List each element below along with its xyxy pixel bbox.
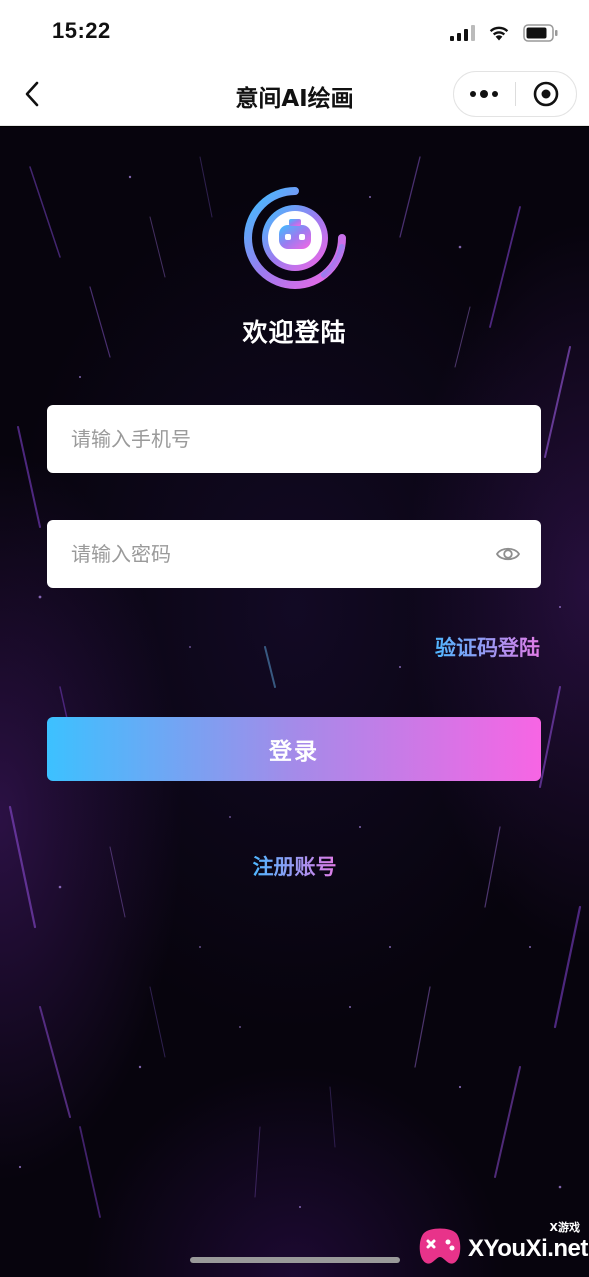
home-indicator <box>190 1257 400 1263</box>
app-logo <box>244 187 346 289</box>
more-dots-icon <box>470 90 499 98</box>
code-login-link[interactable]: 验证码登陆 <box>435 632 540 662</box>
password-field <box>47 520 541 588</box>
mini-program-capsule <box>453 71 577 117</box>
phone-input[interactable] <box>47 405 541 473</box>
site-watermark: X游戏 XYouXi.net <box>416 1219 588 1271</box>
battery-icon <box>523 24 558 42</box>
phone-field <box>47 405 541 473</box>
nav-bar: 意间AI绘画 <box>0 62 589 126</box>
starfield-background <box>8 156 582 1218</box>
more-button[interactable] <box>454 72 515 116</box>
login-content: 欢迎登陆 验证码登陆 登录 注册账号 X游戏 XYouXi.ne <box>0 127 589 1277</box>
gamepad-logo-icon <box>419 1228 461 1264</box>
wifi-icon <box>489 26 509 41</box>
register-link[interactable]: 注册账号 <box>0 851 589 881</box>
register-label: 注册账号 <box>252 855 337 879</box>
login-page: 15:22 意间AI绘画 欢迎登陆 请输入手机号 验证码登陆 登录 注册账号 X… <box>0 0 589 1277</box>
status-time: 15:22 <box>52 18 111 43</box>
watermark-sub: X游戏 <box>549 1221 580 1234</box>
target-circle-icon <box>533 81 559 107</box>
welcome-title: 欢迎登陆 <box>242 318 347 347</box>
status-bar: 15:22 <box>0 0 589 62</box>
close-mini-program-button[interactable] <box>515 72 576 116</box>
login-button[interactable]: 登录 <box>47 717 541 781</box>
watermark-text: XYouXi.net <box>468 1235 588 1262</box>
password-input[interactable] <box>47 520 541 588</box>
status-icons <box>450 20 559 46</box>
signal-icon <box>450 25 475 41</box>
eye-icon[interactable] <box>495 542 521 566</box>
